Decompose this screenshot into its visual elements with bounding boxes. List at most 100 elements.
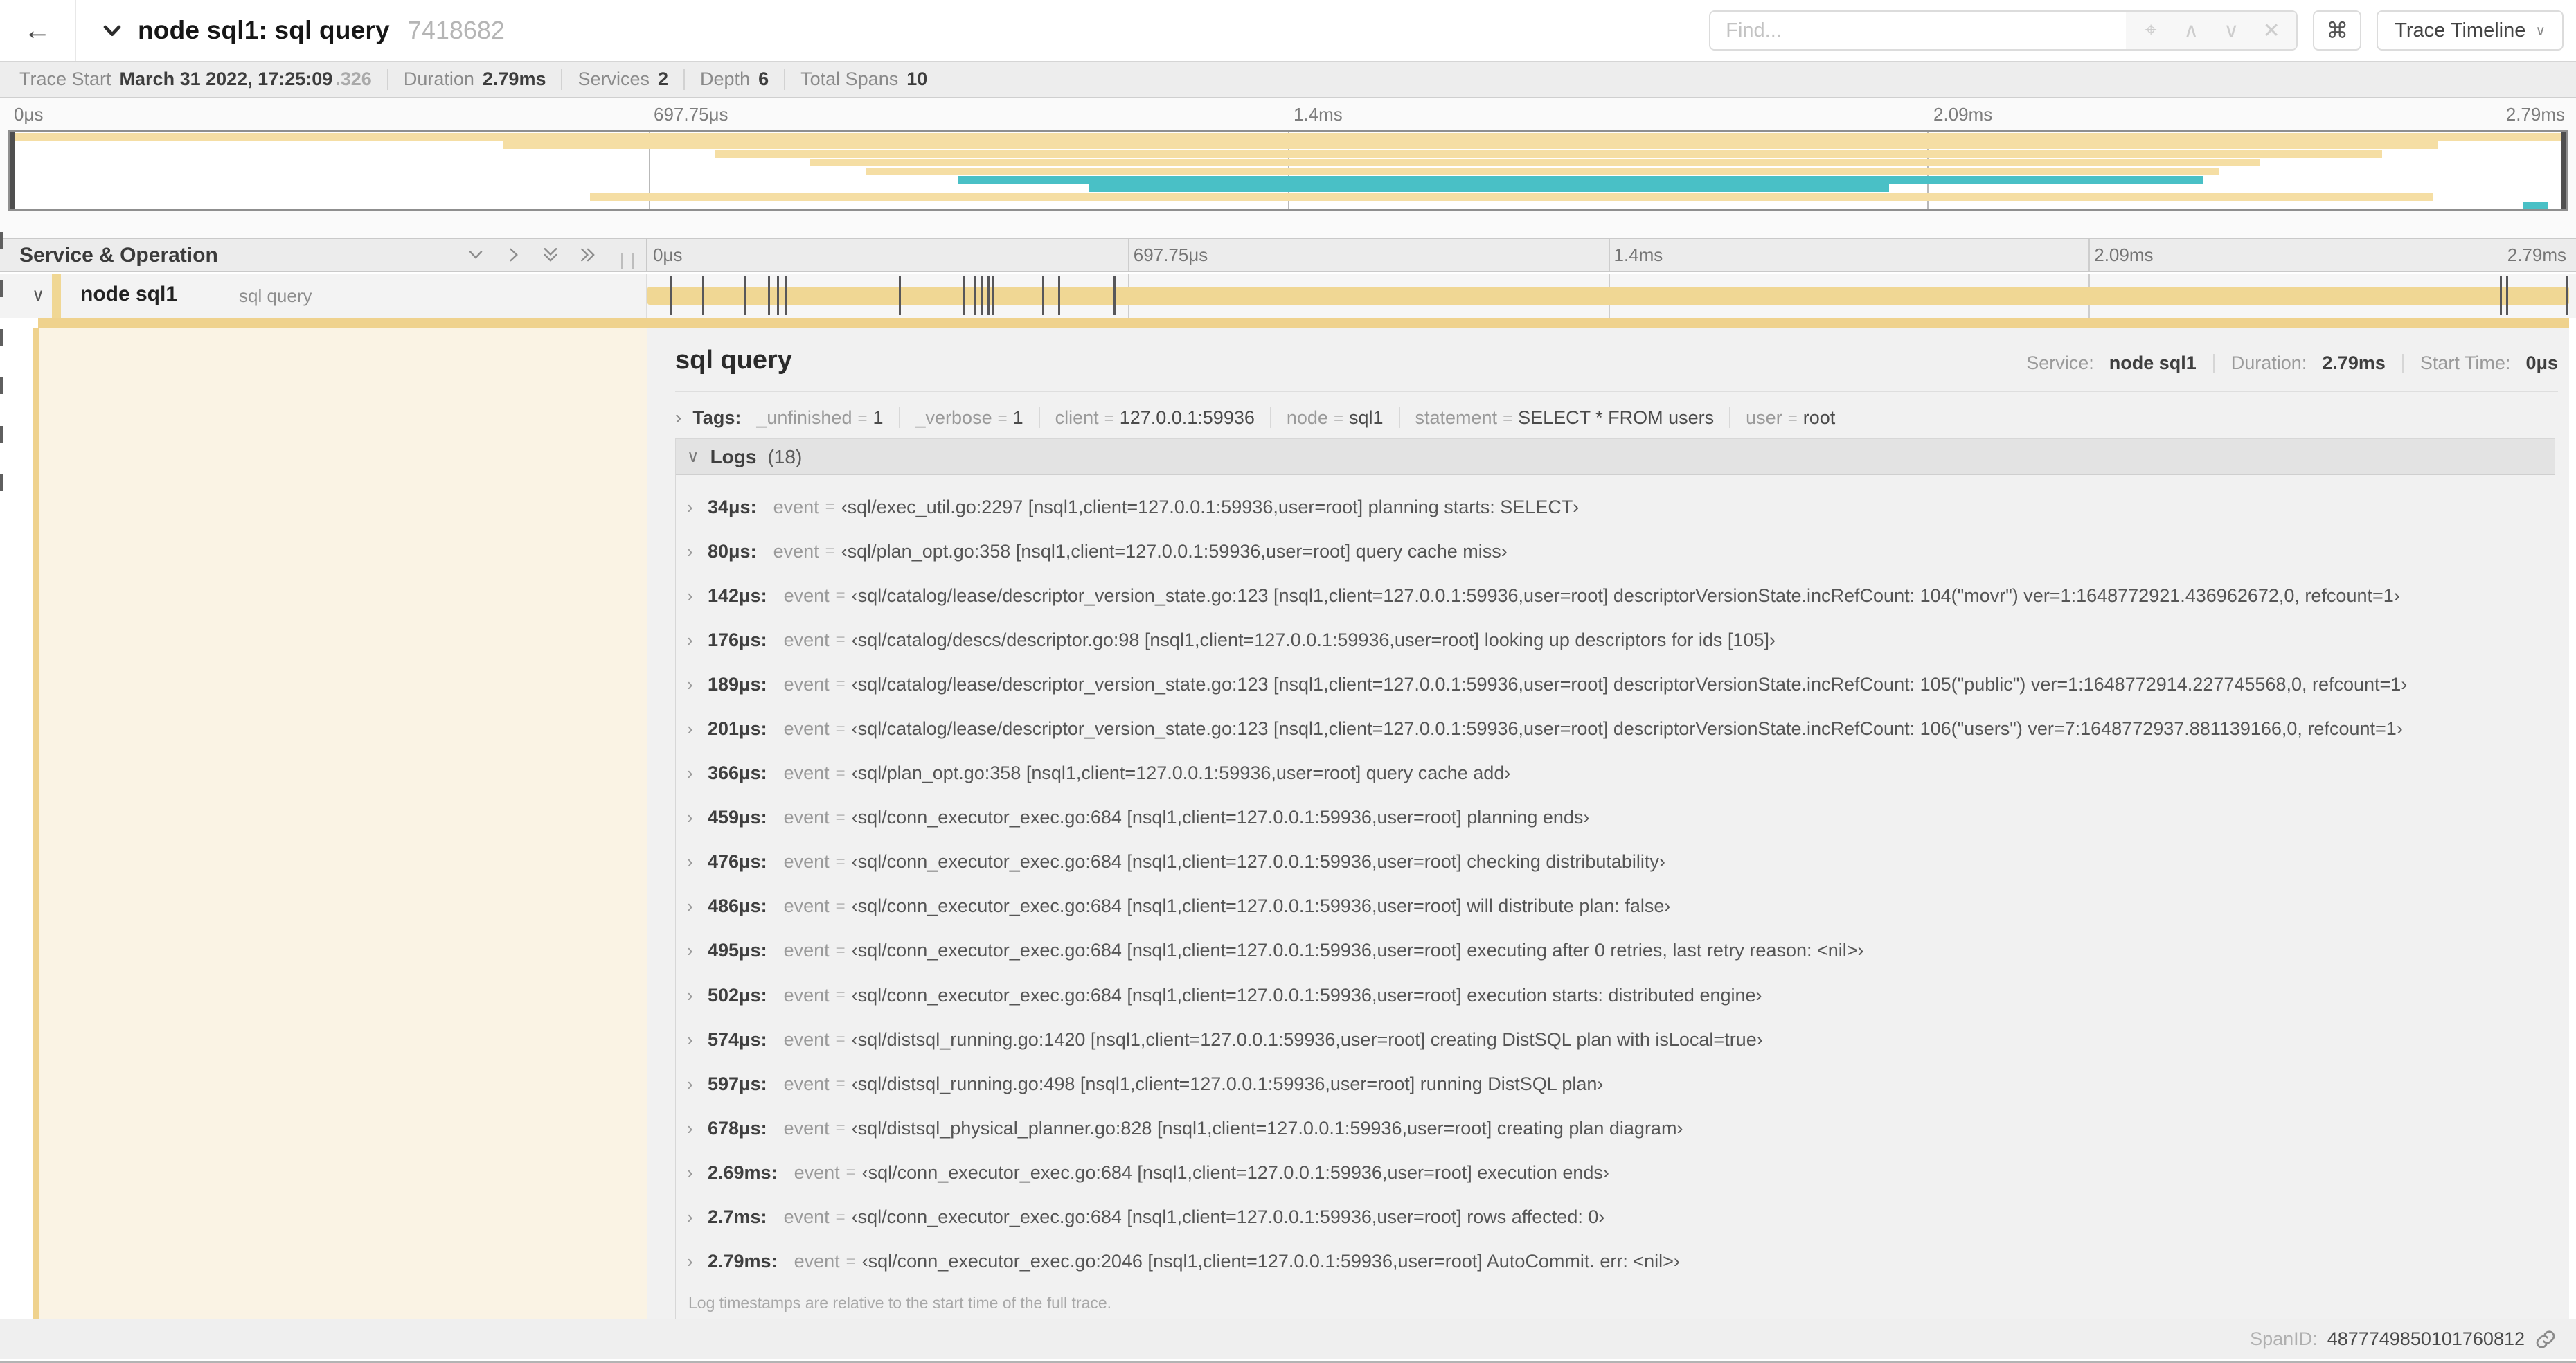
span-row-timeline[interactable] <box>647 274 2569 318</box>
chevron-right-icon[interactable]: › <box>687 985 708 1006</box>
tag-item[interactable]: client = 127.0.0.1:59936 <box>1055 407 1255 429</box>
span-operation-name: sql query <box>239 285 312 306</box>
chevron-right-icon[interactable]: › <box>687 763 708 784</box>
next-match-icon[interactable]: ∨ <box>2213 12 2249 48</box>
log-field-value: ‹sql/distsql_running.go:498 [nsql1,clien… <box>851 1073 1604 1094</box>
span-log-tick <box>1041 276 1044 315</box>
copy-link-icon[interactable] <box>2534 1328 2557 1351</box>
log-row[interactable]: › 2.7ms: event = ‹sql/conn_executor_exec.go:… <box>676 1195 2555 1240</box>
chevron-right-icon[interactable]: › <box>687 585 708 607</box>
expand-one-icon[interactable] <box>503 245 523 265</box>
span-children-collapse-icon[interactable]: ∨ <box>32 285 44 305</box>
logs-block: ∨ Logs (18) › 34μs: event = ‹sql/exec_util.g… <box>675 438 2555 1324</box>
tag-item[interactable]: _verbose = 1 <box>915 407 1023 429</box>
log-field-key: event <box>794 1161 840 1183</box>
chevron-right-icon[interactable]: › <box>687 1162 708 1184</box>
span-log-tick <box>2565 276 2568 315</box>
left-edge-dash <box>0 426 3 443</box>
viewport-right-handle[interactable] <box>2561 132 2566 209</box>
chevron-right-icon[interactable]: › <box>687 896 708 917</box>
ruler-tick-label: 0μs <box>14 104 44 125</box>
summary-separator <box>784 69 786 90</box>
chevron-right-icon[interactable]: › <box>687 1074 708 1095</box>
log-equals: = <box>835 896 846 916</box>
log-row[interactable]: › 142μs: event = ‹sql/catalog/lease/descript… <box>676 573 2555 618</box>
span-log-tick <box>981 276 984 315</box>
log-row[interactable]: › 495μs: event = ‹sql/conn_executor_exec.go:… <box>676 929 2555 973</box>
log-row[interactable]: › 459μs: event = ‹sql/conn_executor_exec.go:… <box>676 796 2555 840</box>
log-timestamp: 189μs: <box>708 673 767 695</box>
logs-header[interactable]: ∨ Logs (18) <box>676 439 2555 475</box>
log-row[interactable]: › 476μs: event = ‹sql/conn_executor_exec.go:… <box>676 840 2555 884</box>
tags-row[interactable]: › Tags: _unfinished = 1 _verbose = 1 client = 12… <box>675 401 2558 434</box>
ruler-tick-label: 2.09ms <box>2094 244 2154 265</box>
log-timestamp: 678μs: <box>708 1117 767 1139</box>
span-log-tick <box>987 276 990 315</box>
clear-search-icon[interactable]: ✕ <box>2253 12 2289 48</box>
tag-item[interactable]: user = root <box>1746 407 1835 429</box>
locate-match-icon[interactable]: ⌖ <box>2133 12 2169 48</box>
chevron-right-icon[interactable]: › <box>687 674 708 695</box>
collapse-all-icon[interactable] <box>541 245 560 265</box>
log-field-value: ‹sql/conn_executor_exec.go:684 [nsql1,cl… <box>851 807 1590 828</box>
span-duration-bar[interactable] <box>647 287 2569 305</box>
log-row[interactable]: › 2.69ms: event = ‹sql/conn_executor_exec.go… <box>676 1150 2555 1195</box>
tag-item[interactable]: _unfinished = 1 <box>756 407 883 429</box>
find-input[interactable] <box>1710 12 2127 49</box>
summary-item: Duration 2.79ms <box>404 69 546 90</box>
chevron-right-icon[interactable]: › <box>687 497 708 518</box>
chevron-right-icon[interactable]: › <box>687 1251 708 1272</box>
log-equals: = <box>835 1119 846 1138</box>
back-button[interactable]: ← <box>0 0 76 61</box>
chevron-right-icon[interactable]: › <box>687 851 708 873</box>
ruler-tick-label: 0μs <box>653 244 683 265</box>
log-row[interactable]: › 2.79ms: event = ‹sql/conn_executor_exec.go… <box>676 1240 2555 1284</box>
log-row[interactable]: › 80μs: event = ‹sql/plan_opt.go:358 [nsql1,… <box>676 529 2555 573</box>
log-row[interactable]: › 189μs: event = ‹sql/catalog/lease/descript… <box>676 662 2555 706</box>
span-meta-label: Duration: <box>2230 353 2307 373</box>
tag-separator <box>1269 407 1271 428</box>
collapse-one-icon[interactable] <box>466 245 485 265</box>
log-row[interactable]: › 678μs: event = ‹sql/distsql_physical_plann… <box>676 1106 2555 1150</box>
span-log-tick <box>1113 276 1116 315</box>
span-log-tick <box>776 276 779 315</box>
trace-view-selector[interactable]: Trace Timeline ∨ <box>2377 10 2564 51</box>
span-row-node-sql1[interactable]: ∨ node sql1 sql query <box>0 274 2576 318</box>
chevron-right-icon[interactable]: › <box>687 940 708 961</box>
chevron-right-icon[interactable]: › <box>687 1118 708 1139</box>
minimap-canvas[interactable] <box>8 130 2568 211</box>
log-timestamp: 486μs: <box>708 896 767 917</box>
log-row[interactable]: › 201μs: event = ‹sql/catalog/lease/descript… <box>676 706 2555 751</box>
chevron-right-icon[interactable]: › <box>687 630 708 651</box>
log-equals: = <box>835 630 846 650</box>
span-log-tick <box>701 276 704 315</box>
log-field-key: event <box>783 1073 830 1094</box>
column-resize-grip[interactable] <box>621 253 634 269</box>
chevron-right-icon[interactable]: › <box>687 541 708 562</box>
log-field-key: event <box>783 984 830 1006</box>
chevron-right-icon[interactable]: › <box>687 807 708 828</box>
log-row[interactable]: › 597μs: event = ‹sql/distsql_running.go:498… <box>676 1062 2555 1106</box>
trace-header-collapse-toggle[interactable] <box>100 19 124 42</box>
prev-match-icon[interactable]: ∧ <box>2173 12 2209 48</box>
tag-value: 127.0.0.1:59936 <box>1119 407 1255 428</box>
log-row[interactable]: › 574μs: event = ‹sql/distsql_running.go:142… <box>676 1017 2555 1062</box>
log-row[interactable]: › 366μs: event = ‹sql/plan_opt.go:358 [nsql1… <box>676 751 2555 796</box>
logs-footnote: Log timestamps are relative to the start… <box>688 1293 1112 1312</box>
log-field-key: event <box>783 629 830 650</box>
log-row[interactable]: › 34μs: event = ‹sql/exec_util.go:2297 [nsql… <box>676 485 2555 529</box>
viewport-left-handle[interactable] <box>10 132 15 209</box>
keyboard-shortcuts-button[interactable]: ⌘ <box>2313 10 2362 51</box>
log-row[interactable]: › 176μs: event = ‹sql/catalog/descs/descript… <box>676 618 2555 662</box>
chevron-right-icon[interactable]: › <box>687 1029 708 1051</box>
tag-key: node <box>1286 407 1328 428</box>
log-row[interactable]: › 486μs: event = ‹sql/conn_executor_exec.go:… <box>676 884 2555 929</box>
summary-label: Depth <box>700 69 751 89</box>
expand-all-icon[interactable] <box>578 245 598 265</box>
chevron-right-icon[interactable]: › <box>687 1206 708 1228</box>
log-equals: = <box>835 586 846 605</box>
tag-item[interactable]: statement = SELECT * FROM users <box>1415 407 1715 429</box>
tag-item[interactable]: node = sql1 <box>1287 407 1384 429</box>
log-row[interactable]: › 502μs: event = ‹sql/conn_executor_exec.go:… <box>676 973 2555 1017</box>
chevron-right-icon[interactable]: › <box>687 718 708 740</box>
